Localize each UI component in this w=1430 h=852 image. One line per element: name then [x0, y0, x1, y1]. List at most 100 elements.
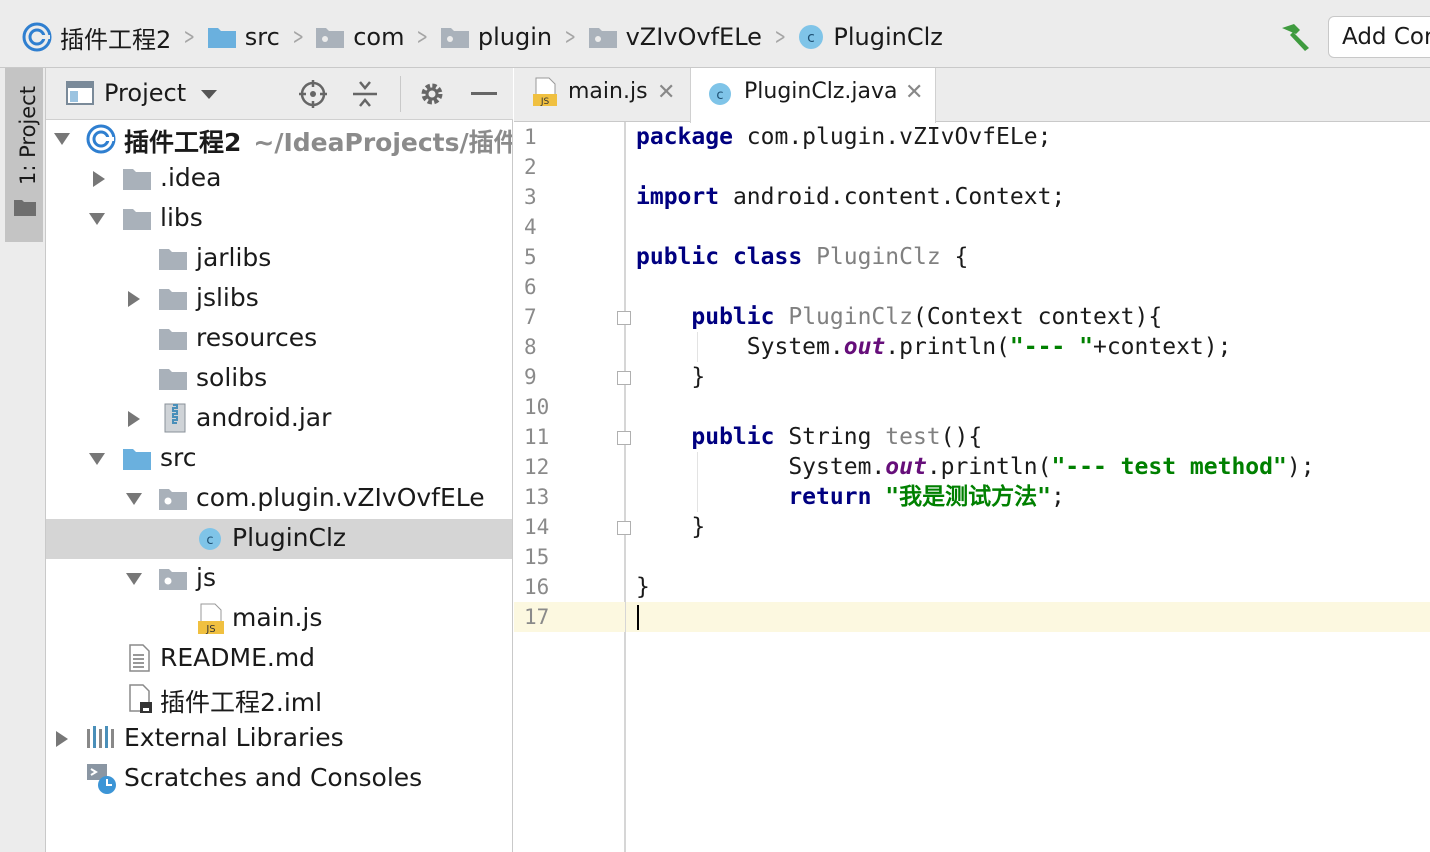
breadcrumb-src[interactable]: src: [207, 23, 280, 51]
java-class-icon: c: [199, 528, 221, 550]
chevron-down-icon[interactable]: [200, 89, 218, 101]
tree-item-label: External Libraries: [124, 723, 344, 752]
tree-item-label: 插件工程2~/IdeaProjects/插件工程2: [124, 123, 512, 159]
fold-marker-icon[interactable]: [617, 371, 631, 385]
gear-icon[interactable]: [418, 80, 446, 108]
code-line: 10: [514, 392, 1430, 422]
code-line: 14 }: [524, 514, 706, 540]
tree-item-jarlibs[interactable]: jarlibs: [46, 239, 512, 279]
tree-item-js[interactable]: js: [46, 559, 512, 599]
code-line: 7 public PluginClz(Context context){: [524, 304, 1163, 330]
tree-item-label: jslibs: [196, 283, 259, 312]
line-number: 11: [524, 425, 550, 449]
gutter-divider: [625, 122, 626, 852]
folder-icon: [159, 289, 187, 310]
folder-icon: [123, 169, 151, 190]
tree-item-label: src: [160, 443, 197, 472]
tree-item-readme[interactable]: README.md: [46, 639, 512, 679]
tree-item-scratches[interactable]: Scratches and Consoles: [46, 759, 512, 799]
tree-item-project-root[interactable]: 插件工程2~/IdeaProjects/插件工程2: [46, 119, 512, 159]
code-line: 12 System.out.println("--- test method")…: [524, 454, 1315, 480]
collapsed-arrow-icon[interactable]: [53, 730, 71, 748]
expanded-arrow-icon[interactable]: [125, 490, 143, 508]
java-class-icon: c: [799, 25, 824, 49]
tree-item-resources[interactable]: resources: [46, 319, 512, 359]
project-tool-tab[interactable]: 1: Project: [5, 68, 43, 242]
collapsed-arrow-icon[interactable]: [125, 290, 143, 308]
tree-item-label: resources: [196, 323, 318, 352]
source-folder-icon: [123, 449, 151, 470]
code-line: 3 import android.content.Context;: [524, 184, 1066, 210]
tool-window-strip: 1: Project: [0, 68, 46, 852]
expanded-arrow-icon[interactable]: [125, 570, 143, 588]
locate-target-icon[interactable]: [298, 79, 328, 109]
tree-item-libs[interactable]: libs: [46, 199, 512, 239]
svg-text:c: c: [716, 88, 723, 103]
tab-main-js[interactable]: JS main.js ✕: [514, 68, 690, 122]
tree-item-label: com.plugin.vZIvOvfELe: [196, 483, 485, 512]
tab-pluginclz-java[interactable]: c PluginClz.java ✕: [690, 68, 936, 123]
line-number: 14: [524, 515, 550, 539]
expanded-arrow-icon[interactable]: [88, 210, 106, 228]
collapsed-arrow-icon[interactable]: [125, 410, 143, 428]
collapsed-arrow-icon[interactable]: [90, 170, 108, 188]
library-bars-icon: [87, 726, 114, 748]
js-file-icon: JS: [533, 77, 557, 107]
code-line: 13 return "我是测试方法";: [524, 484, 1065, 510]
hide-minus-icon[interactable]: [471, 92, 497, 96]
line-number: 10: [524, 395, 550, 419]
line-number: 1: [524, 125, 537, 149]
tree-item-main-js[interactable]: JS main.js: [46, 599, 512, 639]
js-file-icon: JS: [198, 603, 224, 635]
line-number: 8: [524, 335, 537, 359]
breadcrumb-com[interactable]: com: [315, 23, 404, 51]
breadcrumb-label: 插件工程2: [60, 25, 172, 54]
breadcrumb-label: src: [244, 23, 280, 51]
close-icon[interactable]: ✕: [657, 80, 675, 105]
tree-item-src[interactable]: src: [46, 439, 512, 479]
folder-icon: [159, 369, 187, 390]
tree-item-solibs[interactable]: solibs: [46, 359, 512, 399]
code-line: 2: [514, 152, 1430, 182]
project-view-selector[interactable]: Project: [104, 79, 186, 107]
breadcrumb-plugin[interactable]: plugin: [440, 23, 552, 51]
collapse-all-icon[interactable]: [352, 80, 378, 108]
expanded-arrow-icon[interactable]: [88, 450, 106, 468]
breadcrumb-label: plugin: [477, 23, 553, 51]
tree-item-jslibs[interactable]: jslibs: [46, 279, 512, 319]
scratches-console-icon: [87, 764, 116, 794]
package-folder-icon: [316, 28, 345, 48]
code-line: 9 }: [524, 364, 706, 390]
build-hammer-icon[interactable]: [1278, 22, 1312, 52]
tree-item-package[interactable]: com.plugin.vZIvOvfELe: [46, 479, 512, 519]
fold-marker-icon[interactable]: [617, 431, 631, 445]
folder-icon: [159, 329, 187, 350]
breadcrumb-label: PluginClz: [833, 23, 943, 51]
project-panel: Project 插件工程2~/IdeaProjects/插件工程2 .idea …: [46, 68, 513, 852]
breadcrumb-class[interactable]: c PluginClz: [797, 23, 943, 51]
breadcrumb-package[interactable]: vZIvOvfELe: [588, 23, 762, 51]
tree-item-external-libraries[interactable]: External Libraries: [46, 719, 512, 759]
fold-marker-icon[interactable]: [617, 311, 631, 325]
breadcrumb-project[interactable]: 插件工程2: [22, 20, 171, 55]
folder-icon: [159, 249, 187, 270]
tree-item-iml[interactable]: 插件工程2.iml: [46, 679, 512, 719]
package-folder-icon: [588, 28, 617, 48]
tree-item-idea[interactable]: .idea: [46, 159, 512, 199]
fold-marker-icon[interactable]: [617, 521, 631, 535]
line-number: 15: [524, 545, 550, 569]
package-folder-icon: [159, 489, 187, 510]
expanded-arrow-icon[interactable]: [53, 130, 71, 148]
editor-tab-bar: JS main.js ✕ c PluginClz.java ✕: [514, 68, 1430, 123]
close-icon[interactable]: ✕: [905, 80, 923, 105]
module-file-icon: [129, 684, 152, 713]
chevron-right-icon: >: [774, 24, 786, 50]
header-divider: [400, 76, 401, 112]
tree-item-android-jar[interactable]: android.jar: [46, 399, 512, 439]
project-module-icon: [86, 124, 116, 154]
tree-item-label: README.md: [160, 643, 316, 672]
line-number: 9: [524, 365, 537, 389]
code-area[interactable]: 1 package com.plugin.vZIvOvfELe; 2 3 impor…: [514, 122, 1430, 852]
add-configuration-button[interactable]: Add Cor: [1328, 16, 1430, 58]
tree-item-pluginclz[interactable]: c PluginClz: [46, 519, 512, 559]
